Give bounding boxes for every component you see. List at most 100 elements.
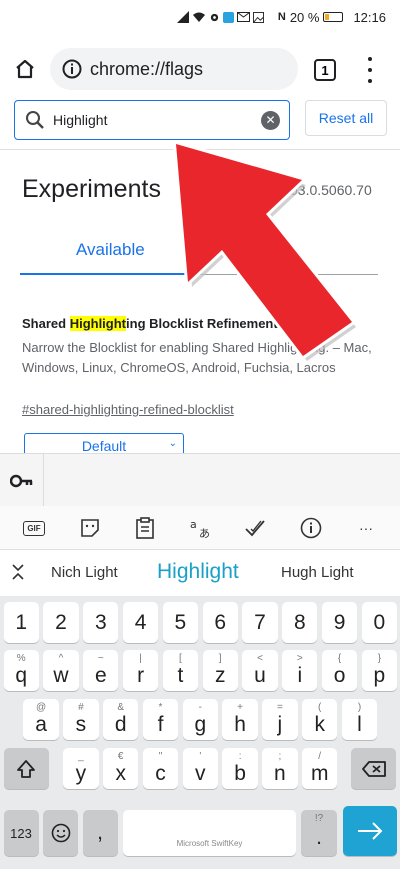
suggestion-right[interactable]: Hugh Light bbox=[281, 564, 354, 581]
flags-search-input[interactable]: Highlight ✕ bbox=[14, 100, 290, 140]
key-l[interactable]: ) l bbox=[341, 699, 378, 740]
gif-icon: GIF bbox=[23, 520, 45, 536]
key-g[interactable]: -g bbox=[182, 699, 218, 740]
suggestion-center[interactable]: Highlight bbox=[157, 560, 239, 584]
key-p[interactable]: } p bbox=[361, 650, 398, 691]
key-z[interactable]: ] z bbox=[202, 650, 238, 691]
key-f[interactable]: * f bbox=[142, 699, 179, 740]
key-m[interactable]: / m bbox=[302, 748, 338, 789]
key-1[interactable]: 1 bbox=[3, 602, 39, 643]
key-label: 1 bbox=[15, 610, 28, 634]
shift-key[interactable] bbox=[3, 748, 49, 789]
emoji-key[interactable] bbox=[43, 810, 78, 856]
symbols-key[interactable]: 123 bbox=[3, 810, 39, 856]
gif-button[interactable]: GIF bbox=[21, 516, 47, 540]
space-key[interactable]: Microsoft SwiftKey bbox=[123, 810, 296, 856]
key-label: t bbox=[177, 663, 184, 687]
key-2[interactable]: 2 bbox=[43, 602, 79, 643]
collapse-icon[interactable] bbox=[10, 563, 26, 586]
key-8[interactable]: 8 bbox=[282, 602, 318, 643]
version-text: 03.0.5060.70 bbox=[290, 182, 372, 198]
key-label: u bbox=[254, 663, 266, 687]
shift-icon bbox=[17, 759, 35, 778]
key-c[interactable]: " c bbox=[142, 748, 179, 789]
key-q[interactable]: % q bbox=[3, 650, 39, 691]
key-b[interactable]: :b bbox=[222, 748, 258, 789]
chevron-down-icon: ⌄ bbox=[168, 438, 177, 449]
info-button[interactable] bbox=[298, 516, 324, 540]
key-k[interactable]: (k bbox=[302, 699, 338, 740]
key-hint: % bbox=[16, 653, 26, 664]
sticker-icon bbox=[81, 519, 99, 537]
key-label: 7 bbox=[254, 610, 266, 634]
tab-available[interactable]: Available bbox=[76, 240, 145, 260]
suggestion-left[interactable]: Nich Light bbox=[51, 564, 118, 581]
key-h[interactable]: + h bbox=[222, 699, 258, 740]
signal-icon bbox=[176, 11, 189, 23]
suggestion-strip: Nich Light Highlight Hugh Light bbox=[0, 550, 400, 596]
key-hint: ( bbox=[318, 702, 322, 713]
translate-button[interactable]: aあ bbox=[187, 516, 213, 540]
key-label: f bbox=[157, 712, 164, 736]
search-icon bbox=[26, 111, 44, 129]
key-d[interactable]: & d bbox=[103, 699, 139, 740]
reset-all-button[interactable]: Reset all bbox=[305, 100, 387, 136]
key-w[interactable]: ^ w bbox=[43, 650, 79, 691]
key-label: r bbox=[137, 663, 145, 687]
key-hint: ~ bbox=[97, 653, 104, 664]
key-hint: & bbox=[117, 702, 125, 713]
enter-key[interactable] bbox=[343, 806, 397, 856]
key-6[interactable]: 6 bbox=[202, 602, 238, 643]
key-y[interactable]: _ y bbox=[63, 748, 99, 789]
keyboard-keys: 1 2 3 4 5 6 7 8 9 0% q ^ w ~ e | r[t] z < u > i{o} p @ a # s & d * f - g… bbox=[0, 596, 400, 869]
wifi-icon bbox=[192, 12, 205, 22]
clipboard-button[interactable] bbox=[132, 516, 158, 540]
key-7[interactable]: 7 bbox=[242, 602, 278, 643]
comma-key[interactable]: , bbox=[82, 810, 118, 856]
key-0[interactable]: 0 bbox=[361, 602, 398, 643]
key-hint: / bbox=[318, 751, 322, 762]
key-4[interactable]: 4 bbox=[122, 602, 159, 643]
address-bar[interactable]: chrome://flags bbox=[50, 48, 298, 90]
autofill-bar bbox=[0, 453, 400, 507]
key-r[interactable]: | r bbox=[122, 650, 159, 691]
key-a[interactable]: @ a bbox=[23, 699, 59, 740]
key-label: s bbox=[75, 712, 87, 736]
key-hint: " bbox=[158, 751, 163, 762]
key-u[interactable]: < u bbox=[242, 650, 278, 691]
key-hint: [ bbox=[178, 653, 182, 664]
key-v[interactable]: ' v bbox=[182, 748, 218, 789]
key-label: 5 bbox=[174, 610, 187, 634]
tab-switcher-button[interactable]: 1 bbox=[314, 59, 336, 81]
menu-button[interactable] bbox=[362, 57, 378, 83]
key-n[interactable]: ; n bbox=[262, 748, 298, 789]
password-key-button[interactable] bbox=[0, 454, 44, 507]
key-t[interactable]: [t bbox=[162, 650, 199, 691]
key-s[interactable]: # s bbox=[63, 699, 99, 740]
more-options-button[interactable]: ··· bbox=[353, 516, 379, 540]
battery-percent: 20 % bbox=[289, 9, 320, 25]
editor-button[interactable] bbox=[242, 516, 268, 540]
experiment-select[interactable]: Default ⌄ bbox=[24, 433, 184, 453]
key-label: 9 bbox=[333, 610, 346, 634]
clear-search-button[interactable]: ✕ bbox=[261, 111, 280, 130]
key-o[interactable]: {o bbox=[321, 650, 358, 691]
info-icon[interactable] bbox=[62, 59, 82, 79]
key-9[interactable]: 9 bbox=[321, 602, 358, 643]
home-button[interactable] bbox=[0, 44, 50, 94]
key-3[interactable]: 3 bbox=[83, 602, 119, 643]
key-5[interactable]: 5 bbox=[162, 602, 199, 643]
key-label: v bbox=[195, 761, 206, 785]
tab-unavailable[interactable]: ilable bbox=[250, 242, 290, 262]
experiment-link[interactable]: #shared-highlighting-refined-blocklist bbox=[22, 402, 234, 417]
backspace-key[interactable] bbox=[351, 748, 396, 789]
key-hint: { bbox=[337, 653, 342, 664]
experiment-description: Narrow the Blocklist for enabling Shared… bbox=[22, 340, 372, 375]
key-x[interactable]: € x bbox=[103, 748, 139, 789]
key-i[interactable]: > i bbox=[282, 650, 318, 691]
key-label: o bbox=[333, 663, 346, 687]
period-key[interactable]: !?. bbox=[301, 810, 337, 856]
key-e[interactable]: ~ e bbox=[83, 650, 119, 691]
key-j[interactable]: = j bbox=[262, 699, 298, 740]
sticker-button[interactable] bbox=[77, 516, 103, 540]
